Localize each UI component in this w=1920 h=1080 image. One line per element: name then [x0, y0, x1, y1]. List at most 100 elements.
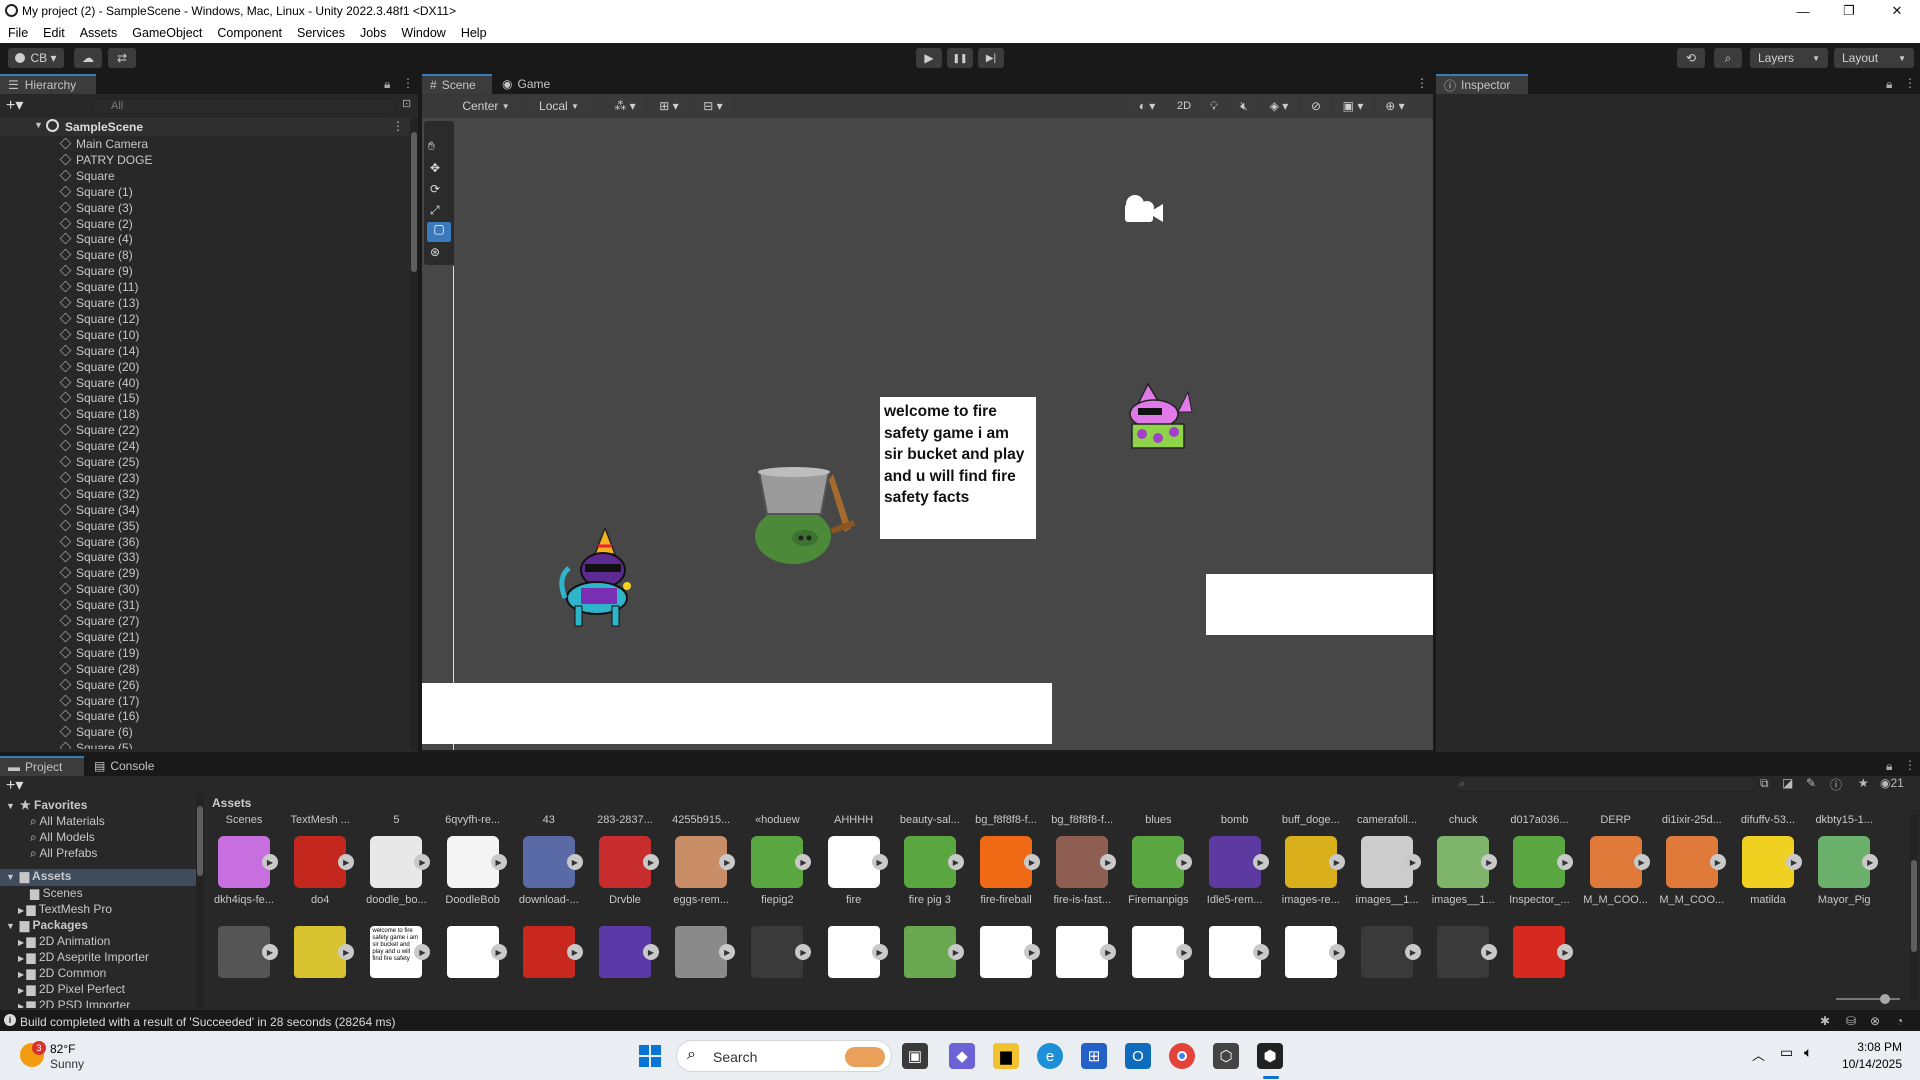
star-icon[interactable]: ★: [1858, 776, 1869, 790]
expand-sprite-icon[interactable]: ▶: [1633, 854, 1650, 870]
asset-label[interactable]: Firemanpigs: [1120, 894, 1196, 906]
asset-label[interactable]: images__1...: [1349, 894, 1425, 906]
effects-toggle[interactable]: ◈ ▾: [1260, 96, 1298, 116]
expand-sprite-icon[interactable]: ▶: [1328, 944, 1345, 960]
unity-editor-icon[interactable]: ⬢: [1257, 1043, 1283, 1069]
search-button[interactable]: ⌕: [1714, 48, 1742, 68]
file-explorer-icon[interactable]: ▆: [993, 1043, 1019, 1069]
hierarchy-item[interactable]: Square (23): [59, 471, 139, 487]
tag-icon[interactable]: ✎: [1806, 776, 1816, 790]
asset-label-top[interactable]: 5: [358, 814, 434, 826]
tab-hierarchy[interactable]: ☰ Hierarchy: [0, 74, 96, 94]
search-by-label-icon[interactable]: ◪: [1782, 776, 1793, 790]
menu-gameobject[interactable]: GameObject: [132, 26, 202, 40]
asset-label-top[interactable]: 6qvyfh-re...: [435, 814, 511, 826]
more-options-icon[interactable]: ⋮: [1904, 758, 1916, 772]
asset-label[interactable]: M_M_COO...: [1654, 894, 1730, 906]
asset-label-top[interactable]: TextMesh ...: [282, 814, 358, 826]
clock-time[interactable]: 3:08 PM: [1838, 1040, 1902, 1054]
cache-icon[interactable]: ⛁: [1846, 1014, 1856, 1028]
gizmos-button[interactable]: ⊕ ▾: [1376, 96, 1414, 116]
account-button[interactable]: CB ▾: [8, 48, 64, 68]
menu-file[interactable]: File: [8, 26, 28, 40]
breadcrumb-assets[interactable]: Assets: [212, 796, 251, 810]
add-object-button[interactable]: +▾: [6, 95, 23, 115]
rect-tool-icon[interactable]: ▢: [427, 222, 451, 242]
more-options-icon[interactable]: ⋮: [392, 119, 404, 133]
maximize-button[interactable]: ❐: [1826, 0, 1872, 22]
expand-sprite-icon[interactable]: ▶: [1405, 944, 1421, 960]
edge-icon[interactable]: e: [1037, 1043, 1063, 1069]
hierarchy-item[interactable]: Square (29): [59, 566, 139, 582]
hierarchy-item[interactable]: Square (13): [59, 296, 139, 312]
hierarchy-item[interactable]: Square (1): [59, 185, 133, 201]
collab-button[interactable]: ⇄: [108, 48, 136, 68]
hierarchy-item[interactable]: Square (2): [59, 217, 133, 233]
expand-sprite-icon[interactable]: ▶: [1481, 854, 1498, 870]
hierarchy-item[interactable]: Square (16): [59, 709, 139, 725]
package-item[interactable]: ▶ ▆ 2D Pixel Perfect: [18, 982, 125, 998]
asset-label[interactable]: DoodleBob: [435, 894, 511, 906]
volume-icon[interactable]: 🔈︎: [1804, 1044, 1812, 1061]
chrome-icon[interactable]: [1169, 1043, 1195, 1069]
asset-label-top[interactable]: bomb: [1197, 814, 1273, 826]
hierarchy-item[interactable]: Square: [59, 169, 115, 185]
hierarchy-item[interactable]: Square (35): [59, 519, 139, 535]
pink-cat-sprite[interactable]: [1118, 382, 1210, 464]
create-asset-button[interactable]: +▾: [6, 775, 23, 795]
clock-date[interactable]: 10/14/2025: [1830, 1057, 1902, 1071]
toggle-2d-button[interactable]: 2D: [1170, 96, 1198, 116]
tab-inspector[interactable]: ⓘ Inspector: [1436, 74, 1528, 94]
pause-button[interactable]: ❚❚: [947, 48, 973, 68]
hierarchy-item[interactable]: Square (34): [59, 503, 139, 519]
scrollbar-thumb[interactable]: [197, 806, 203, 876]
hidden-objects-toggle[interactable]: ⊘: [1302, 96, 1330, 116]
cloud-button[interactable]: ☁: [74, 48, 102, 68]
hierarchy-item[interactable]: Square (28): [59, 662, 139, 678]
scale-tool-icon[interactable]: ⤢: [430, 203, 440, 218]
asset-label[interactable]: fiepig2: [739, 894, 815, 906]
hierarchy-item[interactable]: Square (27): [59, 614, 139, 630]
hierarchy-item[interactable]: Square (4): [59, 232, 133, 248]
hierarchy-item[interactable]: Main Camera: [59, 137, 148, 153]
bug-icon[interactable]: ✱: [1820, 1014, 1830, 1028]
grid-snap-button[interactable]: ⁂ ▾: [606, 96, 644, 116]
step-button[interactable]: ▶|: [978, 48, 1004, 68]
expand-sprite-icon[interactable]: ▶: [1557, 854, 1574, 870]
asset-label[interactable]: Mayor_Pig: [1806, 894, 1882, 906]
layout-dropdown[interactable]: Layout ▼: [1834, 48, 1914, 68]
asset-label-top[interactable]: 43: [511, 814, 587, 826]
search-by-type-icon[interactable]: ⧉: [1760, 776, 1769, 791]
expand-sprite-icon[interactable]: ▶: [1481, 944, 1498, 960]
packages-header[interactable]: ▼ ▆ Packages: [0, 918, 88, 934]
asset-label[interactable]: matilda: [1730, 894, 1806, 906]
project-search-input[interactable]: ⌕: [1454, 776, 1758, 792]
expand-sprite-icon[interactable]: ▶: [1252, 944, 1269, 960]
expand-sprite-icon[interactable]: ▶: [490, 854, 507, 870]
expand-sprite-icon[interactable]: ▶: [871, 854, 888, 870]
expand-sprite-icon[interactable]: ▶: [566, 944, 583, 960]
asset-label-top[interactable]: bg_f8f8f8-f...: [1044, 814, 1120, 826]
rotate-tool-icon[interactable]: ⟳: [430, 182, 440, 196]
shading-mode-button[interactable]: ◐ ▾: [1128, 96, 1166, 116]
expand-sprite-icon[interactable]: ▶: [1328, 854, 1345, 870]
expand-sprite-icon[interactable]: ▶: [1100, 944, 1117, 960]
hierarchy-item[interactable]: Square (10): [59, 328, 139, 344]
hierarchy-item[interactable]: Square (5): [59, 741, 133, 749]
hierarchy-item[interactable]: Square (15): [59, 391, 139, 407]
scene-row[interactable]: ▼ SampleScene ⋮: [0, 118, 410, 136]
task-view-icon[interactable]: ▣: [902, 1043, 928, 1069]
asset-label-top[interactable]: camerafoll...: [1349, 814, 1425, 826]
lock-icon[interactable]: 🔒︎: [384, 77, 390, 92]
move-tool-icon[interactable]: ✥: [430, 161, 440, 175]
folder-item[interactable]: ▆ Scenes: [30, 886, 83, 902]
warning-icon[interactable]: ⓘ: [1830, 776, 1842, 793]
grid-button[interactable]: ⊟ ▾: [694, 96, 732, 116]
expand-sprite-icon[interactable]: ▶: [566, 854, 583, 870]
expand-sprite-icon[interactable]: ▶: [1100, 854, 1117, 870]
copilot-icon[interactable]: ◆: [949, 1043, 975, 1069]
menu-component[interactable]: Component: [217, 26, 282, 40]
pivot-dropdown[interactable]: Center ▼: [450, 96, 522, 116]
lock-icon[interactable]: 🔒︎: [1886, 759, 1892, 774]
expand-sprite-icon[interactable]: ▶: [795, 854, 812, 870]
